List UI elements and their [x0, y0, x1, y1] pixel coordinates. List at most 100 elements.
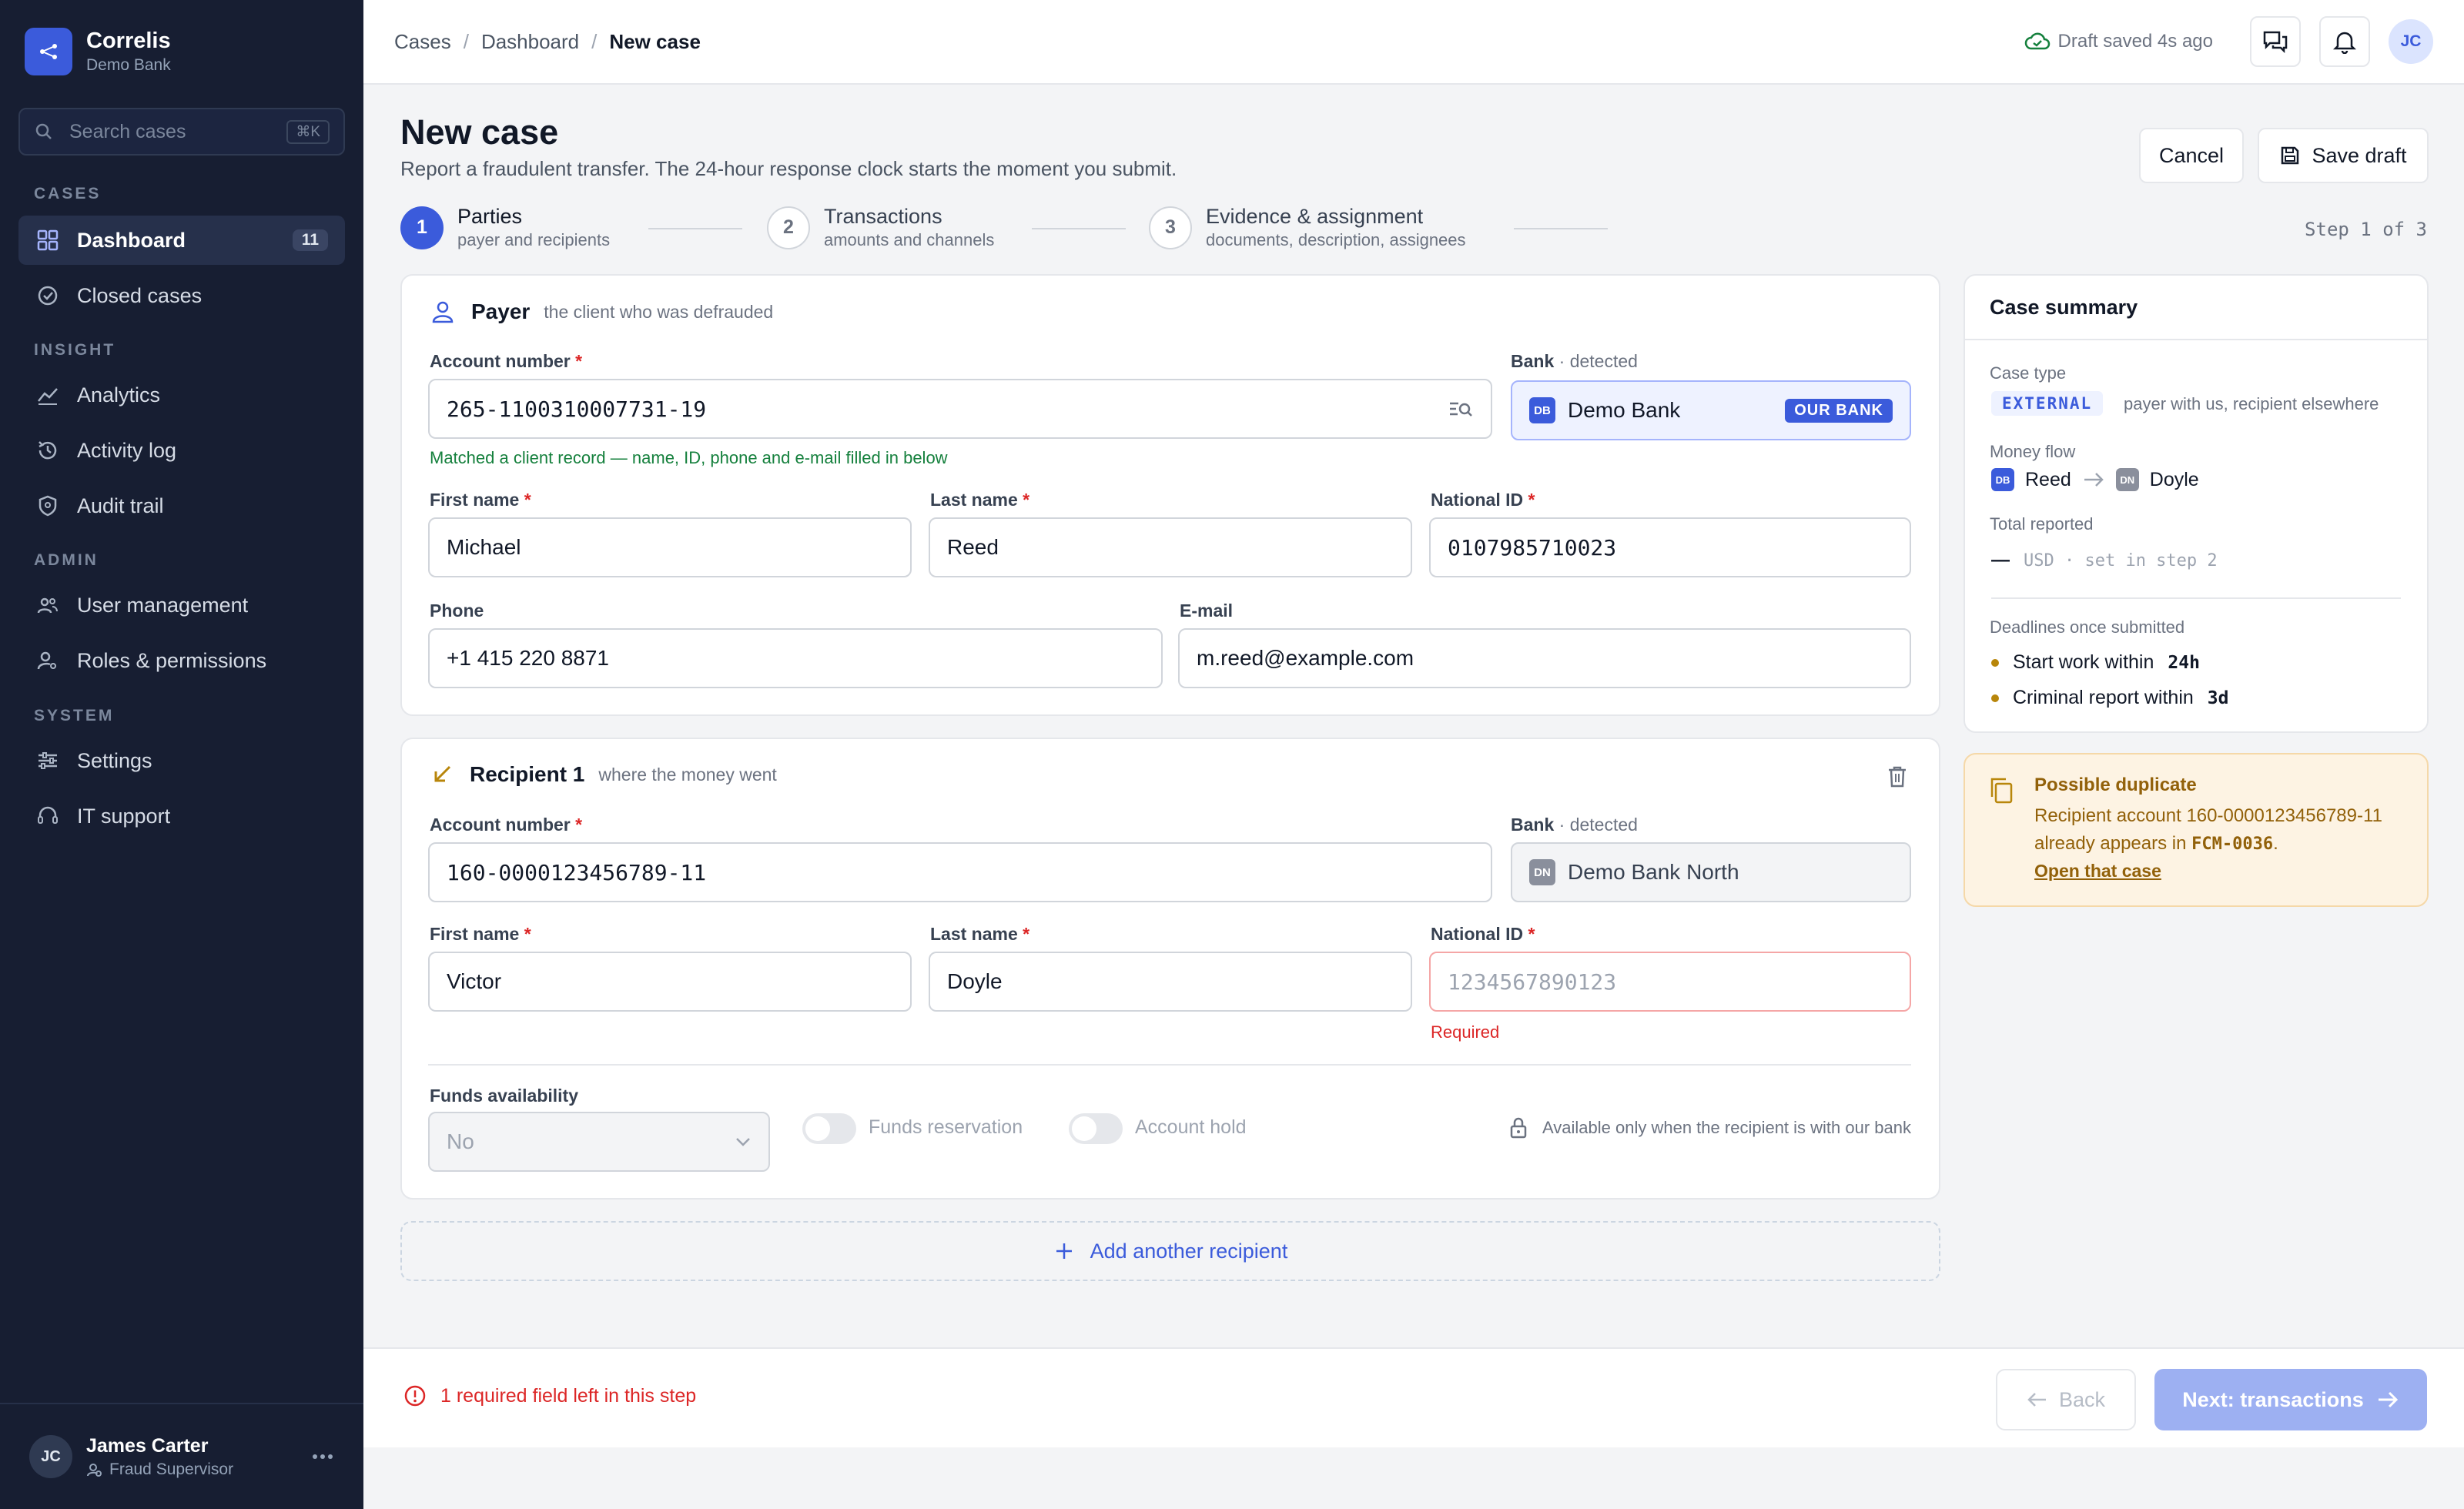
step-counter: Step 1 of 3 — [2305, 219, 2427, 240]
step-title: Transactions — [824, 205, 942, 228]
next-button[interactable]: Next: transactions — [2154, 1369, 2427, 1430]
step-parties[interactable]: 1 Parties payer and recipients — [400, 205, 610, 250]
sidebar-item-closed-cases[interactable]: Closed cases — [18, 271, 345, 320]
breadcrumb-cases[interactable]: Cases — [394, 30, 451, 54]
sidebar-item-activity-log[interactable]: Activity log — [18, 426, 345, 475]
alert-circle-icon — [404, 1385, 426, 1407]
case-type-note: payer with us, recipient elsewhere — [2124, 394, 2379, 413]
section-admin: ADMIN — [34, 551, 99, 569]
payer-last-label: Last name * — [930, 490, 1030, 510]
breadcrumb-dashboard[interactable]: Dashboard — [481, 30, 579, 54]
total-dash: — — [1991, 550, 2010, 570]
app-name: Correlis — [86, 28, 171, 53]
step-transactions[interactable]: 2 Transactions amounts and channels — [767, 205, 994, 250]
bell-icon — [2333, 32, 2356, 54]
recipient-last-name-input[interactable]: Doyle — [929, 952, 1412, 1012]
dashboard-count-badge: 11 — [292, 229, 328, 251]
open-case-link[interactable]: Open that case — [2034, 861, 2161, 882]
total-note: USD · set in step 2 — [2024, 551, 2218, 570]
bullet-icon — [1991, 658, 1999, 667]
step-connector — [1514, 228, 1608, 229]
more-icon[interactable] — [311, 1453, 334, 1460]
step-subtitle: documents, description, assignees — [1206, 230, 1466, 249]
sidebar-item-user-management[interactable]: User management — [18, 581, 345, 630]
payer-phone-label: Phone — [430, 601, 484, 621]
add-recipient-button[interactable]: Add another recipient — [400, 1221, 1940, 1281]
recipient-first-name-input[interactable]: Victor — [428, 952, 912, 1012]
recipient-bank-name: Demo Bank North — [1568, 860, 1739, 884]
sidebar-item-label: Closed cases — [77, 283, 203, 307]
payer-last-name-input[interactable]: Reed — [929, 517, 1412, 577]
user-profile[interactable]: JC James Carter Fraud Supervisor — [0, 1403, 363, 1509]
search-icon — [35, 123, 52, 139]
recipient-last-label: Last name * — [930, 924, 1030, 944]
funds-availability-select[interactable]: No — [428, 1112, 770, 1172]
sidebar-item-analytics[interactable]: Analytics — [18, 370, 345, 420]
match-message: Matched a client record — name, ID, phon… — [430, 448, 948, 467]
sidebar-item-label: Audit trail — [77, 494, 164, 517]
check-circle-icon — [38, 286, 58, 306]
step-evidence[interactable]: 3 Evidence & assignment documents, descr… — [1149, 205, 1466, 250]
messages-button[interactable] — [2250, 16, 2301, 67]
sliders-icon — [38, 752, 57, 769]
history-icon — [38, 441, 57, 460]
lock-note: Available only when the recipient is wit… — [1508, 1116, 1911, 1139]
recipient-bank-label: Bank · detected — [1511, 815, 1638, 835]
deadline-criminal-report: Criminal report within 3d — [1991, 687, 2229, 709]
recipient-title: Recipient 1 — [470, 762, 585, 786]
required-fields-message: 1 required field left in this step — [403, 1384, 696, 1407]
funds-availability-label: Funds availability — [430, 1086, 578, 1106]
payer-first-name-input[interactable]: Michael — [428, 517, 912, 577]
our-bank-tag: OUR BANK — [1785, 398, 1893, 423]
funds-reservation-toggle[interactable] — [802, 1113, 856, 1144]
search-input[interactable]: Search cases ⌘K — [18, 108, 345, 156]
sidebar-item-label: Settings — [77, 748, 152, 772]
sidebar-item-dashboard[interactable]: Dashboard 11 — [18, 216, 345, 265]
from-bank-badge: DB — [1991, 468, 2014, 491]
sidebar-item-it-support[interactable]: IT support — [18, 791, 345, 841]
draft-status: Draft saved 4s ago — [2024, 31, 2213, 52]
sidebar-item-label: Dashboard — [77, 228, 186, 252]
deadlines-label: Deadlines once submitted — [1990, 617, 2185, 637]
payer-title: Payer — [471, 299, 531, 323]
shield-icon — [38, 495, 57, 517]
step-subtitle: payer and recipients — [457, 230, 611, 249]
duplicate-case-id: FCM-0036 — [2191, 835, 2274, 854]
sidebar-item-settings[interactable]: Settings — [18, 736, 345, 785]
payer-email-input[interactable]: m.reed@example.com — [1178, 628, 1911, 688]
copy-icon — [1990, 778, 2013, 804]
sidebar-item-roles-permissions[interactable]: Roles & permissions — [18, 636, 345, 685]
cancel-button[interactable]: Cancel — [2139, 128, 2244, 183]
recipient-account-input[interactable]: 160-0000123456789-11 — [428, 842, 1492, 902]
divider — [428, 1064, 1911, 1066]
breadcrumb-current: New case — [609, 29, 701, 53]
sidebar-item-audit-trail[interactable]: Audit trail — [18, 481, 345, 530]
step-number: 1 — [400, 206, 444, 249]
payer-account-label: Account number * — [430, 351, 583, 371]
page-title: New case — [400, 112, 559, 152]
payer-phone-input[interactable]: +1 415 220 8871 — [428, 628, 1163, 688]
duplicate-warning: Possible duplicate Recipient account 160… — [1964, 753, 2429, 907]
deadline-start-work: Start work within 24h — [1991, 651, 2200, 674]
step-title: Evidence & assignment — [1206, 205, 1424, 228]
notifications-button[interactable] — [2319, 16, 2370, 67]
recipient-first-label: First name * — [430, 924, 531, 944]
page-subtitle: Report a fraudulent transfer. The 24-hou… — [400, 157, 1177, 180]
back-button[interactable]: Back — [1996, 1369, 2136, 1430]
trash-icon[interactable] — [1886, 765, 1908, 788]
chevron-down-icon — [736, 1138, 750, 1146]
payer-account-input[interactable]: 265-1100310007731-19 — [428, 379, 1492, 439]
save-draft-button[interactable]: Save draft — [2258, 128, 2429, 183]
recipient-nid-input[interactable]: 1234567890123 — [1429, 952, 1911, 1012]
payer-nid-label: National ID * — [1431, 490, 1535, 510]
brand[interactable]: Correlis Demo Bank — [25, 28, 171, 75]
lookup-icon[interactable] — [1448, 398, 1474, 420]
account-hold-toggle[interactable] — [1069, 1113, 1123, 1144]
search-shortcut: ⌘K — [286, 119, 330, 144]
topbar: Cases / Dashboard / New case Draft saved… — [363, 0, 2464, 85]
arrow-left-icon — [2027, 1393, 2046, 1407]
payer-nid-input[interactable]: 0107985710023 — [1429, 517, 1911, 577]
person-icon — [432, 301, 454, 323]
deadline-label: Start work within — [2013, 651, 2154, 673]
avatar[interactable]: JC — [2389, 19, 2433, 64]
